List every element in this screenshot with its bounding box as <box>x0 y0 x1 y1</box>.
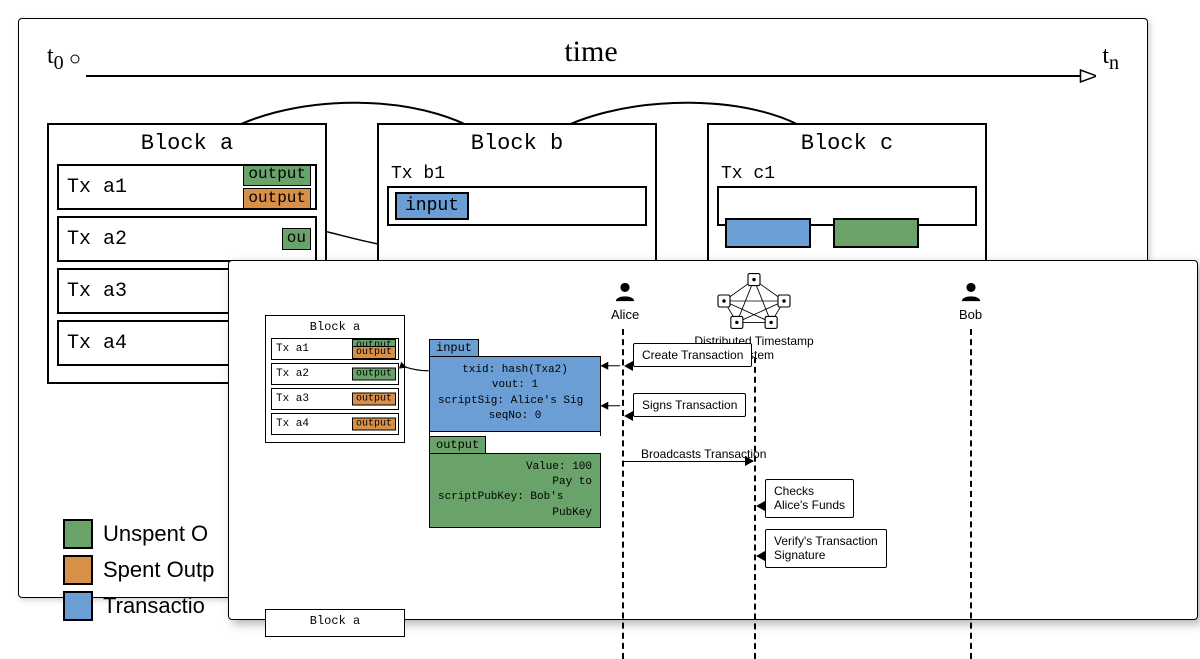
tx-label: Tx a4 <box>276 418 309 430</box>
tx-label: Tx a3 <box>276 393 309 405</box>
tx-label: Tx a1 <box>67 176 127 199</box>
output-chip: output <box>352 368 396 381</box>
timeline-title: time <box>86 35 1097 69</box>
input-header: input <box>429 339 479 357</box>
legend-swatch <box>63 519 93 549</box>
msg-verify-sig: Verify's TransactionSignature <box>765 529 887 568</box>
arrow-icon <box>756 501 765 511</box>
tx-label: Tx a4 <box>67 332 127 355</box>
legend-label: Transactio <box>103 593 205 619</box>
timeline: t0 time tn <box>47 35 1119 83</box>
actor-label: Alice <box>611 307 639 322</box>
io-detail: input txid: hash(Txa2) vout: 1 scriptSig… <box>429 339 601 528</box>
actor-alice: Alice <box>611 281 639 322</box>
output-bar <box>833 218 919 248</box>
io-line: Value: 100 <box>438 460 592 475</box>
mini-block-a: Block a Tx a1 output output Tx a2 output… <box>265 315 405 443</box>
time-start-label: t0 <box>47 43 64 75</box>
tx-label: Tx a1 <box>276 343 309 355</box>
output-chip: output <box>243 188 311 210</box>
tx-row: Tx a1 output output <box>271 338 399 360</box>
tx-row: Tx a2 ou <box>57 216 317 262</box>
arrow-icon <box>624 361 633 371</box>
arrow-line <box>623 461 753 462</box>
io-line: seqNo: 0 <box>438 409 592 424</box>
time-end-label: tn <box>1102 43 1119 75</box>
mini-block-a-2: Block a <box>265 609 405 637</box>
tx-label: Tx a3 <box>67 280 127 303</box>
legend: Unspent O Spent Outp Transactio <box>63 519 214 627</box>
input-chip: input <box>395 192 469 220</box>
msg-check-funds: ChecksAlice's Funds <box>765 479 854 518</box>
msg-sign: Signs Transaction <box>633 393 746 417</box>
output-chip: output <box>352 346 396 359</box>
arrow-icon <box>745 456 754 466</box>
output-chip: output <box>243 164 311 186</box>
output-body: Value: 100 Pay to scriptPubKey: Bob's Pu… <box>429 453 601 529</box>
output-chip: output <box>352 418 396 431</box>
legend-label: Spent Outp <box>103 557 214 583</box>
block-title: Block b <box>387 131 647 156</box>
io-line: scriptSig: Alice's Sig <box>438 394 592 409</box>
tx-row: Tx a3 output <box>271 388 399 410</box>
arrow-icon <box>756 551 765 561</box>
block-title: Block a <box>57 131 317 156</box>
legend-label: Unspent O <box>103 521 208 547</box>
tx-label: Tx c1 <box>721 164 977 184</box>
tx-row: Tx a1 output output <box>57 164 317 210</box>
actor-bob: Bob <box>959 281 982 322</box>
input-bar <box>725 218 811 248</box>
time-start-dot-icon <box>70 54 80 64</box>
timeline-arrow-icon <box>86 69 1097 83</box>
block-title: Block a <box>271 614 399 628</box>
tx-body <box>717 186 977 226</box>
block-title: Block a <box>271 320 399 334</box>
msg-create: Create Transaction <box>633 343 752 367</box>
person-icon <box>959 281 982 307</box>
network-icon <box>711 271 797 331</box>
io-line: vout: 1 <box>438 378 592 393</box>
lifeline-alice <box>622 329 624 659</box>
output-chip: ou <box>282 228 311 250</box>
person-icon <box>611 281 639 307</box>
lifeline-bob <box>970 329 972 659</box>
tx-label: Tx b1 <box>391 164 647 184</box>
io-line: txid: hash(Txa2) <box>438 363 592 378</box>
tx-label: Tx a2 <box>67 228 127 251</box>
tx-row: Tx a4 output <box>271 413 399 435</box>
arrow-icon <box>624 411 633 421</box>
legend-swatch <box>63 591 93 621</box>
io-line: Pay to <box>438 475 592 490</box>
tx-row: Tx a2 output <box>271 363 399 385</box>
io-line: scriptPubKey: Bob's <box>438 490 592 505</box>
tx-body: input <box>387 186 647 226</box>
output-chip: output <box>352 393 396 406</box>
block-title: Block c <box>717 131 977 156</box>
actor-label: Bob <box>959 307 982 322</box>
legend-swatch <box>63 555 93 585</box>
output-header: output <box>429 436 486 454</box>
io-line: PubKey <box>438 506 592 521</box>
tx-label: Tx a2 <box>276 368 309 380</box>
foreground-sequence-card: Block a Tx a1 output output Tx a2 output… <box>228 260 1198 620</box>
input-body: txid: hash(Txa2) vout: 1 scriptSig: Alic… <box>429 356 601 432</box>
